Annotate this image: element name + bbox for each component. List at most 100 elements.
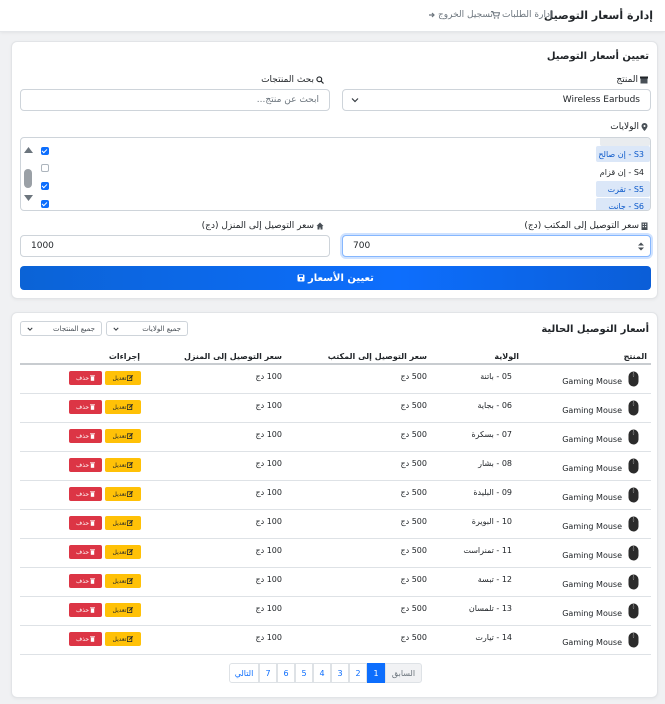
scrollbar-thumb[interactable] <box>24 169 32 188</box>
home-price-input[interactable]: 1000 <box>20 235 330 257</box>
pagination-page[interactable]: 3 <box>331 663 349 683</box>
column-header-actions: إجراءات <box>108 352 140 361</box>
delete-button[interactable]: حذف <box>69 603 102 617</box>
delete-button[interactable]: حذف <box>69 400 102 414</box>
delete-button[interactable]: حذف <box>69 371 102 385</box>
state-option[interactable]: S6 - جانت <box>596 198 650 210</box>
home-icon <box>316 222 324 230</box>
cell-state: 12 - تبسة <box>477 575 512 584</box>
brand-title[interactable]: إدارة أسعار التوصيل <box>544 9 653 22</box>
table-row: Gaming Mouse 07 - بسكرة 500 دج 100 دج تعديل ح… <box>12 423 657 452</box>
mouse-product-icon <box>628 458 639 474</box>
product-select-value: Wireless Earbuds <box>562 95 640 105</box>
home-price-value: 1000 <box>31 241 54 251</box>
cell-state: 13 - تلمسان <box>468 604 512 613</box>
product-search-input[interactable]: ابحث عن منتج... <box>20 89 330 111</box>
office-price-label: سعر التوصيل إلى المكتب (دج) <box>524 221 648 231</box>
products-filter-select[interactable]: جميع المنتجات <box>20 321 102 336</box>
state-checkbox[interactable] <box>41 164 49 172</box>
delete-label: حذف <box>75 606 90 614</box>
delete-button[interactable]: حذف <box>69 516 102 530</box>
scroll-up-icon[interactable] <box>24 147 33 153</box>
edit-button[interactable]: تعديل <box>105 574 141 588</box>
pagination-page[interactable]: 5 <box>295 663 313 683</box>
table-row: Gaming Mouse 10 - البويرة 500 دج 100 دج تعدي… <box>12 510 657 539</box>
state-option[interactable]: S4 - إن قزام <box>596 164 650 180</box>
pagination-page[interactable]: 7 <box>259 663 277 683</box>
cell-product: Gaming Mouse <box>562 522 622 531</box>
edit-button[interactable]: تعديل <box>105 632 141 646</box>
state-option[interactable]: S5 - تقرت <box>596 181 650 197</box>
assign-prices-button[interactable]: تعيين الأسعار <box>20 266 651 290</box>
state-checkbox[interactable] <box>41 182 49 190</box>
map-pin-icon <box>641 123 648 131</box>
cell-product: Gaming Mouse <box>562 464 622 473</box>
cell-office-price: 500 دج <box>400 575 427 584</box>
edit-button[interactable]: تعديل <box>105 429 141 443</box>
orders-nav-link[interactable]: إدارة الطلبات <box>491 10 552 20</box>
edit-icon <box>127 375 134 381</box>
scroll-down-icon[interactable] <box>24 195 33 201</box>
delete-button[interactable]: حذف <box>69 545 102 559</box>
states-filter-select[interactable]: جميع الولايات <box>106 321 188 336</box>
pagination-page[interactable]: 1 <box>367 663 385 683</box>
edit-label: تعديل <box>112 490 127 498</box>
delete-button[interactable]: حذف <box>69 458 102 472</box>
edit-label: تعديل <box>112 635 127 643</box>
edit-button[interactable]: تعديل <box>105 487 141 501</box>
edit-button[interactable]: تعديل <box>105 516 141 530</box>
mouse-product-icon <box>628 371 639 387</box>
edit-button[interactable]: تعديل <box>105 458 141 472</box>
state-option[interactable]: S3 - إن صالح <box>596 146 650 162</box>
cell-office-price: 500 دج <box>400 546 427 555</box>
cell-home-price: 100 دج <box>255 372 282 381</box>
pagination-page[interactable]: 4 <box>313 663 331 683</box>
table-row: Gaming Mouse 11 - تمنراست 500 دج 100 دج تعدي… <box>12 539 657 568</box>
cell-product: Gaming Mouse <box>562 638 622 647</box>
search-placeholder: ابحث عن منتج... <box>256 95 319 105</box>
edit-button[interactable]: تعديل <box>105 371 141 385</box>
cell-product: Gaming Mouse <box>562 406 622 415</box>
states-multiselect[interactable]: S3 - إن صالح S4 - إن قزام S5 - تقرت S6 -… <box>20 137 651 211</box>
delete-button[interactable]: حذف <box>69 632 102 646</box>
mouse-product-icon <box>628 545 639 561</box>
product-label: المنتج <box>616 75 648 85</box>
edit-button[interactable]: تعديل <box>105 603 141 617</box>
delete-label: حذف <box>75 519 90 527</box>
trash-icon <box>90 375 96 381</box>
pagination-next[interactable]: التالي <box>229 663 259 683</box>
assign-prices-card: تعيين أسعار التوصيل المنتج Wireless Earb… <box>11 41 658 299</box>
cell-product: Gaming Mouse <box>562 580 622 589</box>
state-checkbox[interactable] <box>41 147 49 155</box>
table-row: Gaming Mouse 12 - تبسة 500 دج 100 دج تعديل حذ… <box>12 568 657 597</box>
cell-home-price: 100 دج <box>255 488 282 497</box>
office-price-input[interactable]: 700 <box>342 235 651 257</box>
product-select[interactable]: Wireless Earbuds <box>342 89 651 111</box>
edit-icon <box>127 549 134 555</box>
state-option-partial[interactable] <box>600 138 650 146</box>
edit-button[interactable]: تعديل <box>105 400 141 414</box>
pagination-page[interactable]: 6 <box>277 663 295 683</box>
pagination-page[interactable]: 2 <box>349 663 367 683</box>
trash-icon <box>90 433 96 439</box>
delete-button[interactable]: حذف <box>69 429 102 443</box>
pagination-prev: السابق <box>385 663 422 683</box>
delete-label: حذف <box>75 461 90 469</box>
number-spinner-icon[interactable] <box>638 242 644 251</box>
cell-state: 10 - البويرة <box>471 517 512 526</box>
box-icon <box>640 76 648 84</box>
cell-product: Gaming Mouse <box>562 493 622 502</box>
chevron-down-icon <box>27 327 33 331</box>
column-header-office-price: سعر التوصيل إلى المكتب <box>327 352 427 361</box>
state-checkbox[interactable] <box>41 200 49 208</box>
mouse-product-icon <box>628 400 639 416</box>
cell-state: 05 - باتنة <box>480 372 512 381</box>
column-header-product: المنتج <box>623 352 647 361</box>
delete-button[interactable]: حذف <box>69 574 102 588</box>
current-card-title: أسعار التوصيل الحالية <box>541 324 649 335</box>
delete-label: حذف <box>75 374 90 382</box>
delete-button[interactable]: حذف <box>69 487 102 501</box>
edit-button[interactable]: تعديل <box>105 545 141 559</box>
edit-icon <box>127 462 134 468</box>
logout-nav-link[interactable]: تسجيل الخروج <box>428 10 493 20</box>
